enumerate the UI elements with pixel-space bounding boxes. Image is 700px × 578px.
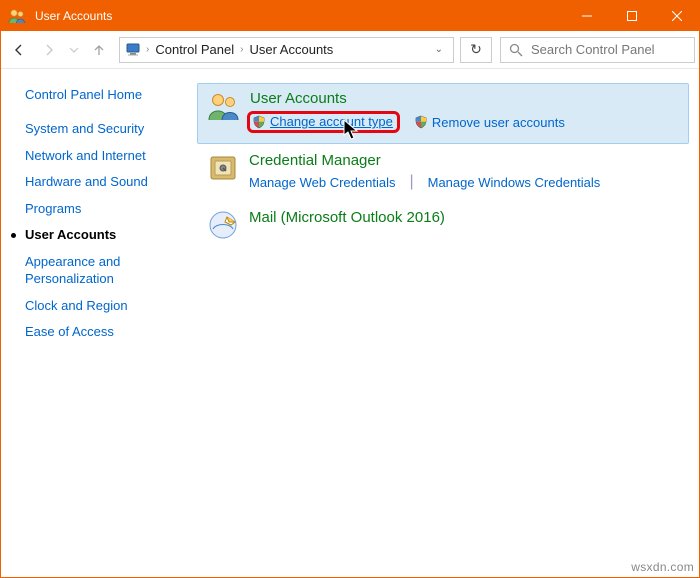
minimize-button[interactable] bbox=[564, 1, 609, 31]
safe-icon bbox=[205, 152, 241, 188]
search-icon bbox=[509, 43, 523, 57]
navbar: › Control Panel › User Accounts ⌄ ↻ Sear… bbox=[1, 31, 699, 69]
sidebar: Control Panel Home System and Security Ne… bbox=[1, 69, 197, 577]
category: Mail (Microsoft Outlook 2016) bbox=[197, 203, 689, 255]
category-link[interactable]: Remove user accounts bbox=[414, 115, 565, 130]
category-link[interactable]: Manage Web Credentials bbox=[249, 175, 395, 190]
recent-button[interactable] bbox=[65, 36, 83, 64]
window-title: User Accounts bbox=[35, 9, 564, 23]
content-area: User Accounts Change account type Remove u… bbox=[197, 69, 699, 577]
control-panel-home-link[interactable]: Control Panel Home bbox=[25, 87, 197, 102]
sidebar-item[interactable]: User Accounts bbox=[25, 226, 197, 244]
category-title[interactable]: Mail (Microsoft Outlook 2016) bbox=[249, 209, 681, 227]
sidebar-item[interactable]: Ease of Access bbox=[25, 323, 197, 341]
highlighted-link: Change account type bbox=[247, 111, 400, 133]
up-button[interactable] bbox=[85, 36, 113, 64]
search-placeholder: Search Control Panel bbox=[531, 42, 655, 57]
category-link[interactable]: Change account type bbox=[252, 114, 393, 129]
category-link[interactable]: Manage Windows Credentials bbox=[428, 175, 601, 190]
sidebar-item[interactable]: Network and Internet bbox=[25, 147, 197, 165]
mail-icon bbox=[205, 209, 241, 245]
sidebar-item[interactable]: Hardware and Sound bbox=[25, 173, 197, 191]
users-icon bbox=[206, 90, 242, 126]
close-button[interactable] bbox=[654, 1, 699, 31]
breadcrumb-part[interactable]: User Accounts bbox=[243, 42, 339, 57]
sidebar-item[interactable]: Programs bbox=[25, 200, 197, 218]
category-title[interactable]: User Accounts bbox=[250, 90, 680, 108]
maximize-button[interactable] bbox=[609, 1, 654, 31]
titlebar: User Accounts bbox=[1, 1, 699, 31]
divider: | bbox=[409, 173, 413, 191]
breadcrumb-part[interactable]: Control Panel bbox=[149, 42, 240, 57]
search-box[interactable]: Search Control Panel bbox=[500, 37, 695, 63]
address-bar[interactable]: › Control Panel › User Accounts ⌄ bbox=[119, 37, 454, 63]
back-button[interactable] bbox=[5, 36, 33, 64]
sidebar-item[interactable]: Appearance and Personalization bbox=[25, 253, 197, 288]
app-icon bbox=[7, 6, 27, 26]
category: User Accounts Change account type Remove u… bbox=[197, 83, 689, 144]
address-dropdown[interactable]: ⌄ bbox=[427, 44, 451, 55]
category: Credential Manager Manage Web Credentials… bbox=[197, 146, 689, 201]
sidebar-item[interactable]: System and Security bbox=[25, 120, 197, 138]
forward-button[interactable] bbox=[35, 36, 63, 64]
refresh-button[interactable]: ↻ bbox=[460, 37, 492, 63]
watermark: wsxdn.com bbox=[631, 560, 694, 574]
sidebar-item[interactable]: Clock and Region bbox=[25, 297, 197, 315]
monitor-icon bbox=[122, 43, 146, 57]
category-title[interactable]: Credential Manager bbox=[249, 152, 681, 170]
